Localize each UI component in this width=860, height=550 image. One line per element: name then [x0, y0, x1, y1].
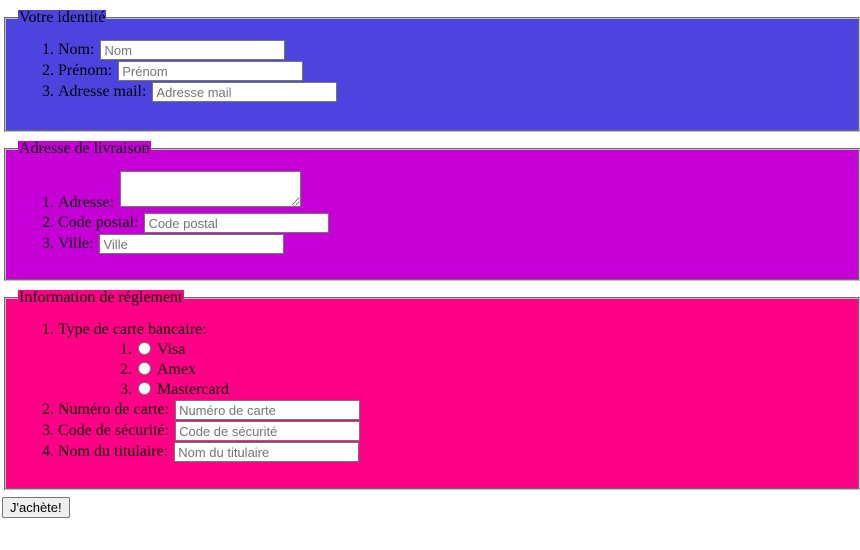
- prenom-input[interactable]: [118, 61, 304, 82]
- list-item-adresse: Adresse:: [58, 171, 858, 213]
- list-item-card-number: Numéro de carte:: [58, 400, 858, 421]
- payment-legend: Information de réglement: [18, 289, 184, 306]
- adresse-textarea[interactable]: [119, 171, 301, 207]
- list-item-code-postal: Code postal:: [58, 213, 858, 234]
- list-item-security-code: Code de sécurité:: [58, 421, 858, 442]
- card-type-label: Type de carte bancaire:: [58, 321, 207, 338]
- visa-label: Visa: [157, 341, 186, 358]
- card-option-visa: Visa: [136, 340, 858, 360]
- prenom-label: Prénom:: [58, 62, 113, 79]
- security-code-label: Code de sécurité:: [58, 422, 170, 439]
- email-label: Adresse mail:: [58, 83, 147, 100]
- shipping-legend: Adresse de livraison: [18, 140, 151, 157]
- payment-fieldset: Information de réglement Type de carte b…: [4, 290, 860, 490]
- code-postal-label: Code postal:: [58, 214, 139, 231]
- visa-radio[interactable]: [138, 342, 151, 355]
- card-type-options: Visa Amex Mastercard: [58, 340, 858, 400]
- list-item-email: Adresse mail:: [58, 82, 858, 103]
- nom-label: Nom:: [58, 41, 95, 58]
- amex-radio[interactable]: [138, 362, 151, 375]
- ville-input[interactable]: [99, 234, 285, 255]
- security-code-input[interactable]: [175, 421, 361, 442]
- mastercard-label: Mastercard: [157, 381, 229, 398]
- adresse-label: Adresse:: [58, 194, 114, 211]
- identity-list: Nom: Prénom: Adresse mail:: [6, 26, 858, 103]
- list-item-card-type: Type de carte bancaire: Visa Amex Master…: [58, 320, 858, 400]
- mastercard-radio[interactable]: [138, 382, 151, 395]
- code-postal-input[interactable]: [144, 213, 330, 234]
- nom-input[interactable]: [100, 40, 286, 61]
- card-option-mastercard: Mastercard: [136, 380, 858, 400]
- identity-fieldset: Votre identité Nom: Prénom: Adresse mail…: [4, 10, 860, 132]
- page: Votre identité Nom: Prénom: Adresse mail…: [0, 0, 860, 550]
- email-input[interactable]: [152, 82, 338, 103]
- amex-label: Amex: [157, 361, 197, 378]
- list-item-nom: Nom:: [58, 40, 858, 61]
- ville-label: Ville:: [58, 235, 94, 252]
- submit-button[interactable]: J'achète!: [2, 497, 70, 518]
- list-item-ville: Ville:: [58, 234, 858, 255]
- cardholder-input[interactable]: [174, 442, 360, 463]
- list-item-prenom: Prénom:: [58, 61, 858, 82]
- cardholder-label: Nom du titulaire:: [58, 443, 169, 460]
- list-item-cardholder: Nom du titulaire:: [58, 442, 858, 463]
- shipping-fieldset: Adresse de livraison Adresse: Code posta…: [4, 141, 860, 281]
- card-option-amex: Amex: [136, 360, 858, 380]
- card-number-label: Numéro de carte:: [58, 401, 170, 418]
- identity-legend: Votre identité: [18, 9, 107, 26]
- shipping-list: Adresse: Code postal: Ville:: [6, 157, 858, 255]
- card-number-input[interactable]: [175, 400, 361, 421]
- payment-list: Type de carte bancaire: Visa Amex Master…: [6, 306, 858, 463]
